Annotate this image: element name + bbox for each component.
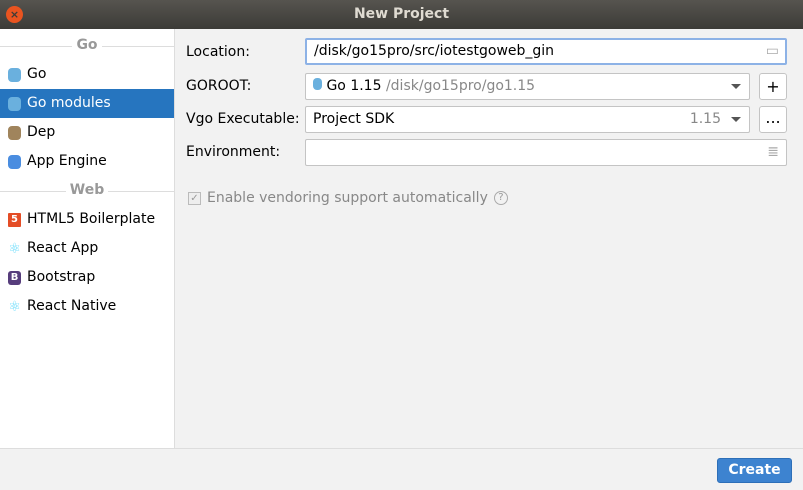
react-icon: ⚛: [8, 298, 21, 315]
checkbox-check-icon[interactable]: ✓: [188, 191, 201, 205]
gopher-icon: [8, 96, 21, 111]
vgo-version: 1.15: [689, 111, 721, 127]
goroot-label: GOROOT:: [186, 78, 252, 94]
goroot-name: Go 1.15: [326, 78, 382, 94]
react-icon: ⚛: [8, 240, 21, 257]
sidebar-item-react-native[interactable]: ⚛ React Native: [0, 292, 174, 321]
chevron-down-icon: [731, 84, 741, 94]
dep-gopher-icon: [8, 125, 21, 140]
item-label: Go modules: [27, 95, 111, 111]
title-bar: × New Project: [0, 0, 803, 29]
item-label: React Native: [27, 298, 117, 314]
item-label: Bootstrap: [27, 269, 96, 285]
close-icon[interactable]: ×: [6, 6, 23, 23]
window-title: New Project: [353, 6, 450, 22]
location-input[interactable]: /disk/go15pro/src/iotestgoweb_gin ▭: [305, 38, 787, 65]
vendoring-label: Enable vendoring support automatically: [207, 190, 488, 206]
gopher-icon: [313, 78, 322, 90]
sidebar-item-go[interactable]: Go: [0, 60, 174, 89]
item-label: React App: [27, 240, 99, 256]
section-go: Go: [0, 31, 174, 60]
item-label: Dep: [27, 124, 56, 140]
location-label: Location:: [186, 44, 250, 60]
sidebar-item-bootstrap[interactable]: B Bootstrap: [0, 263, 174, 292]
location-value: /disk/go15pro/src/iotestgoweb_gin: [314, 43, 555, 59]
gopher-icon: [8, 67, 21, 82]
settings-panel: Location: /disk/go15pro/src/iotestgoweb_…: [176, 29, 803, 448]
sidebar-item-go-modules[interactable]: Go modules: [0, 89, 174, 118]
environment-label: Environment:: [186, 144, 281, 160]
sidebar-item-app-engine[interactable]: App Engine: [0, 147, 174, 176]
help-icon[interactable]: ?: [493, 191, 508, 205]
environment-input[interactable]: ≣: [305, 139, 787, 166]
app-engine-icon: [8, 154, 21, 169]
browse-button[interactable]: ...: [759, 106, 787, 133]
folder-icon[interactable]: ▭: [766, 40, 779, 63]
item-label: App Engine: [27, 153, 107, 169]
bootstrap-icon: B: [8, 270, 21, 285]
vendoring-checkbox[interactable]: ✓ Enable vendoring support automatically…: [188, 190, 508, 206]
chevron-down-icon: [731, 117, 741, 127]
item-label: HTML5 Boilerplate: [27, 211, 156, 227]
dialog-footer: Create: [0, 448, 803, 490]
create-button[interactable]: Create: [717, 458, 792, 483]
vgo-label: Vgo Executable:: [186, 111, 300, 127]
vgo-select[interactable]: Project SDK 1.15: [305, 106, 750, 133]
add-sdk-button[interactable]: +: [759, 73, 787, 100]
item-label: Go: [27, 66, 47, 82]
section-web: Web: [0, 176, 174, 205]
sidebar-item-dep[interactable]: Dep: [0, 118, 174, 147]
vgo-value: Project SDK: [313, 111, 395, 127]
html5-icon: 5: [8, 212, 21, 227]
goroot-path: /disk/go15pro/go1.15: [385, 78, 536, 94]
goroot-select[interactable]: Go 1.15 /disk/go15pro/go1.15: [305, 73, 750, 100]
list-icon[interactable]: ≣: [767, 140, 779, 165]
project-type-sidebar: Go Go Go modules Dep App Engine Web 5 HTM…: [0, 29, 175, 448]
sidebar-item-react-app[interactable]: ⚛ React App: [0, 234, 174, 263]
sidebar-item-html5-boilerplate[interactable]: 5 HTML5 Boilerplate: [0, 205, 174, 234]
